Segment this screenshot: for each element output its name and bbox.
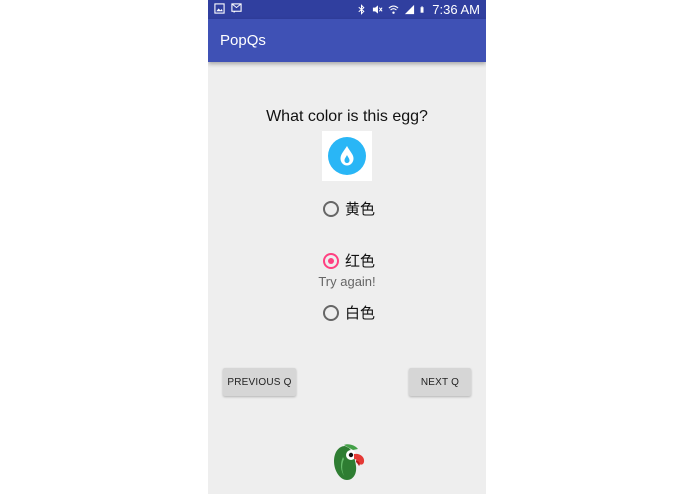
parrot-icon [334, 444, 365, 480]
option-label-3: 白色 [345, 304, 376, 322]
question-text: What color is this egg? [266, 108, 428, 125]
feedback-text: Try again! [318, 274, 376, 289]
picture-icon [214, 3, 225, 14]
radio-button-unchecked[interactable] [323, 304, 339, 321]
mute-icon [373, 5, 383, 14]
question-image [322, 131, 372, 181]
signal-icon [405, 4, 415, 15]
app-title: PopQs [220, 32, 266, 49]
option-label-2: 红色 [345, 252, 376, 270]
option-radio-2[interactable]: 红色 [323, 250, 375, 271]
option-radio-3[interactable]: 白色 [323, 302, 375, 323]
bluetooth-icon [358, 4, 365, 15]
blue-flame-icon [328, 137, 366, 175]
previous-question-button[interactable]: PREVIOUS Q [223, 368, 296, 396]
app-bar: PopQs [208, 19, 486, 62]
status-time: 7:36 AM [432, 2, 480, 17]
sms-icon [231, 3, 242, 14]
option-label-1: 黄色 [345, 200, 376, 218]
phone-screen: 7:36 AM PopQs What color is this egg? 黄色… [208, 0, 486, 494]
option-radio-1[interactable]: 黄色 [323, 198, 375, 219]
battery-icon [420, 6, 424, 13]
status-bar: 7:36 AM [208, 0, 486, 19]
radio-button-checked[interactable] [323, 252, 339, 269]
next-question-button[interactable]: NEXT Q [409, 368, 471, 396]
radio-button-unchecked[interactable] [323, 200, 339, 217]
wifi-icon [388, 5, 399, 14]
